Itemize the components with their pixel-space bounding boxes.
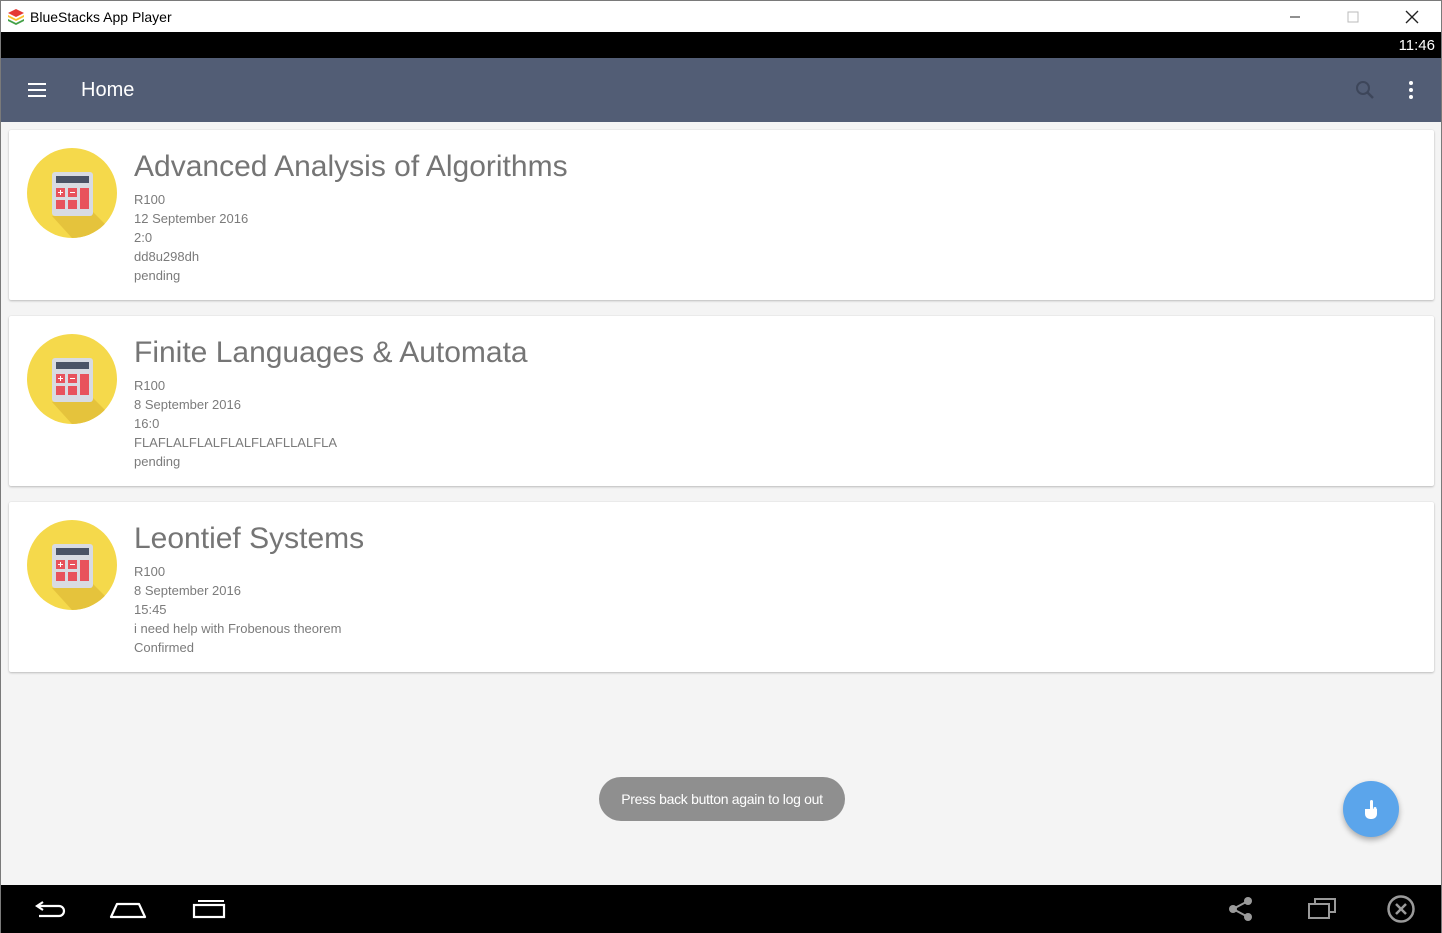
status-text: pending xyxy=(134,268,181,283)
price-text: R100 xyxy=(134,378,166,393)
status-text: Confirmed xyxy=(134,640,194,655)
android-nav-bar xyxy=(1,885,1441,933)
window-icon xyxy=(1308,898,1336,919)
bluestacks-logo-icon xyxy=(8,9,24,25)
bluestacks-window: BlueStacks App Player 11:46 Home Advance… xyxy=(0,0,1442,933)
app-toolbar: Home xyxy=(1,58,1441,122)
time-text: 16:0 xyxy=(134,416,160,431)
window-titlebar: BlueStacks App Player xyxy=(1,1,1441,32)
status-clock: 11:46 xyxy=(1398,37,1435,54)
minimize-icon xyxy=(1290,16,1300,17)
hamburger-icon[interactable] xyxy=(25,80,49,100)
close-app-button[interactable] xyxy=(1385,895,1417,923)
android-status-bar: 11:46 xyxy=(1,32,1441,58)
date-text: 8 September 2016 xyxy=(134,583,241,598)
page-title: Home xyxy=(81,79,135,101)
back-button[interactable] xyxy=(29,895,69,923)
request-card[interactable]: Advanced Analysis of Algorithms R100 12 … xyxy=(9,130,1434,300)
price-text: R100 xyxy=(134,192,166,207)
recents-icon xyxy=(192,900,226,919)
calculator-icon xyxy=(27,520,117,610)
more-vert-icon[interactable] xyxy=(1399,78,1423,102)
minimize-button[interactable] xyxy=(1266,1,1324,32)
course-title: Leontief Systems xyxy=(134,522,365,555)
fab-button[interactable] xyxy=(1343,781,1399,837)
course-title: Finite Languages & Automata xyxy=(134,336,528,369)
request-card[interactable]: Finite Languages & Automata R100 8 Septe… xyxy=(9,316,1434,486)
window-title: BlueStacks App Player xyxy=(30,9,172,25)
course-title: Advanced Analysis of Algorithms xyxy=(134,150,568,183)
close-window-button[interactable] xyxy=(1383,1,1441,32)
calculator-icon xyxy=(27,334,117,424)
request-list: Advanced Analysis of Algorithms R100 12 … xyxy=(1,122,1441,885)
close-icon xyxy=(1405,10,1419,23)
home-button[interactable] xyxy=(107,895,149,923)
date-text: 12 September 2016 xyxy=(134,211,249,226)
time-text: 2:0 xyxy=(134,230,153,245)
date-text: 8 September 2016 xyxy=(134,397,241,412)
recents-button[interactable] xyxy=(189,895,229,923)
share-icon xyxy=(1229,897,1252,921)
time-text: 15:45 xyxy=(134,602,167,617)
price-text: R100 xyxy=(134,564,166,579)
window-mode-button[interactable] xyxy=(1305,895,1339,923)
logout-toast: Press back button again to log out xyxy=(599,777,845,821)
request-card[interactable]: Leontief Systems R100 8 September 2016 1… xyxy=(9,502,1434,672)
close-circle-icon xyxy=(1387,895,1415,923)
note-text: dd8u298dh xyxy=(134,249,200,264)
note-text: i need help with Frobenous theorem xyxy=(134,621,342,636)
maximize-icon xyxy=(1347,11,1359,22)
share-button[interactable] xyxy=(1225,895,1257,923)
status-text: pending xyxy=(134,454,181,469)
back-icon xyxy=(35,901,66,918)
hand-pointer-icon xyxy=(1365,800,1377,819)
maximize-button[interactable] xyxy=(1324,1,1382,32)
search-icon[interactable] xyxy=(1353,78,1377,102)
calculator-icon xyxy=(27,148,117,238)
note-text: FLAFLALFLALFLALFLAFLLALFLA xyxy=(134,435,338,450)
home-icon xyxy=(109,902,147,919)
